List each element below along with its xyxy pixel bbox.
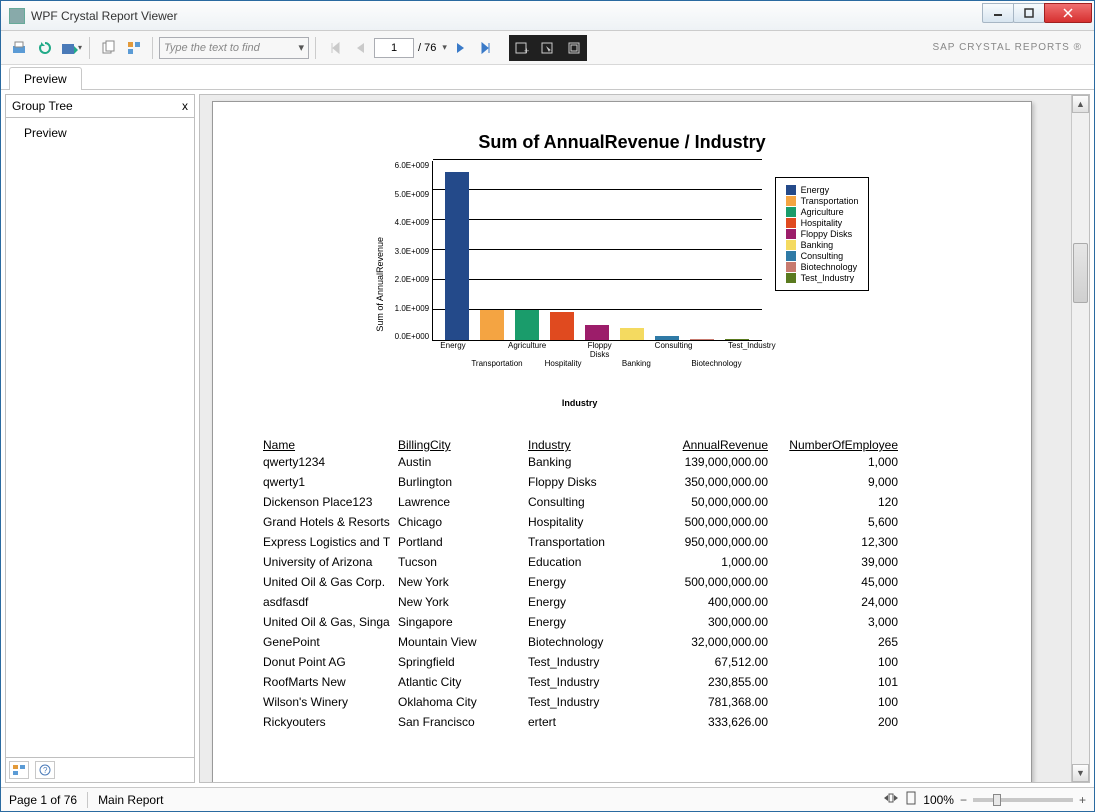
chart-bar — [620, 328, 644, 340]
params-icon[interactable]: ? — [35, 761, 55, 779]
table-row: Donut Point AGSpringfieldTest_Industry67… — [263, 652, 981, 672]
tree-mode-icon[interactable] — [9, 761, 29, 779]
col-revenue: AnnualRevenue — [658, 438, 768, 452]
search-placeholder: Type the text to find — [164, 42, 260, 54]
chart-ylabel: Sum of AnnualRevenue — [375, 237, 385, 332]
scroll-down-icon[interactable]: ▼ — [1072, 764, 1089, 782]
window-title: WPF Crystal Report Viewer — [31, 9, 983, 23]
tab-preview[interactable]: Preview — [9, 67, 82, 90]
fit-page-icon[interactable] — [905, 791, 917, 808]
chart-legend: EnergyTransportationAgricultureHospitali… — [775, 177, 870, 291]
chart-bar — [445, 172, 469, 340]
copy-icon[interactable] — [96, 36, 120, 60]
add-view-icon[interactable]: + — [509, 35, 535, 61]
fit-width-icon[interactable] — [883, 792, 899, 807]
status-bar: Page 1 of 76 Main Report 100% − + — [1, 787, 1094, 811]
zoom-in-icon[interactable]: + — [1079, 793, 1086, 807]
toolbar: ▾ Type the text to find ▾ / 76 ▾ + SAP CR… — [1, 31, 1094, 65]
table-row: GenePointMountain ViewBiotechnology32,00… — [263, 632, 981, 652]
refresh-icon[interactable] — [33, 36, 57, 60]
status-report: Main Report — [98, 793, 163, 807]
group-tree-panel: Group Tree x Preview ? — [5, 94, 195, 783]
group-tree-title: Group Tree — [12, 99, 73, 113]
chart-title: Sum of AnnualRevenue / Industry — [263, 132, 981, 153]
vertical-scrollbar[interactable]: ▲ ▼ — [1071, 95, 1089, 782]
search-input[interactable]: Type the text to find ▾ — [159, 37, 309, 59]
close-button[interactable] — [1044, 3, 1092, 23]
chevron-down-icon[interactable]: ▾ — [442, 42, 447, 53]
app-icon — [9, 8, 25, 24]
table-row: Dickenson Place123LawrenceConsulting50,0… — [263, 492, 981, 512]
chart-xlabel: Industry — [395, 398, 765, 408]
first-page-icon[interactable] — [322, 36, 346, 60]
tree-toggle-icon[interactable] — [122, 36, 146, 60]
chart-bar — [585, 325, 609, 340]
scroll-up-icon[interactable]: ▲ — [1072, 95, 1089, 113]
print-icon[interactable] — [7, 36, 31, 60]
col-employees: NumberOfEmployee — [768, 438, 898, 452]
chart-bar — [480, 310, 504, 340]
col-name: Name — [263, 438, 398, 452]
maximize-button[interactable] — [1013, 3, 1045, 23]
zoom-out-icon[interactable]: − — [960, 793, 967, 807]
close-panel-icon[interactable]: x — [182, 99, 188, 113]
col-city: BillingCity — [398, 438, 528, 452]
table-row: Wilson's WineryOklahoma CityTest_Industr… — [263, 692, 981, 712]
col-industry: Industry — [528, 438, 658, 452]
table-row: RickyoutersSan Franciscoertert333,626.00… — [263, 712, 981, 732]
table-row: Grand Hotels & ResortsChicagoHospitality… — [263, 512, 981, 532]
export-icon[interactable]: ▾ — [59, 36, 83, 60]
view-mode-strip: + — [509, 35, 587, 61]
table-row: United Oil & Gas Corp.New YorkEnergy500,… — [263, 572, 981, 592]
table-row: University of ArizonaTucsonEducation1,00… — [263, 552, 981, 572]
data-table: Name BillingCity Industry AnnualRevenue … — [263, 438, 981, 732]
chart-plot — [432, 161, 762, 341]
svg-text:?: ? — [43, 766, 48, 775]
scroll-thumb[interactable] — [1073, 243, 1088, 303]
tree-item-preview[interactable]: Preview — [24, 126, 176, 140]
chart-bar — [690, 339, 714, 341]
chart-bar — [550, 312, 574, 341]
svg-text:+: + — [524, 46, 529, 56]
chart-bar — [725, 339, 749, 340]
next-page-icon[interactable] — [449, 36, 473, 60]
status-page: Page 1 of 76 — [9, 793, 77, 807]
page-total: / 76 — [418, 42, 436, 54]
table-row: qwerty1BurlingtonFloppy Disks350,000,000… — [263, 472, 981, 492]
report-page: Sum of AnnualRevenue / Industry Sum of A… — [212, 101, 1032, 782]
chevron-down-icon[interactable]: ▾ — [298, 41, 304, 54]
minimize-button[interactable] — [982, 3, 1014, 23]
last-page-icon[interactable] — [475, 36, 499, 60]
chart-bar — [515, 310, 539, 340]
table-row: Express Logistics and TPortlandTransport… — [263, 532, 981, 552]
tab-row: Preview — [1, 65, 1094, 90]
zoom-slider[interactable] — [973, 798, 1073, 802]
pointer-view-icon[interactable] — [535, 35, 561, 61]
table-row: RoofMarts NewAtlantic CityTest_Industry2… — [263, 672, 981, 692]
table-row: United Oil & Gas, SingaSingaporeEnergy30… — [263, 612, 981, 632]
page-number-input[interactable] — [374, 38, 414, 58]
chart-bar — [655, 336, 679, 341]
titlebar: WPF Crystal Report Viewer — [1, 1, 1094, 31]
report-viewport: Sum of AnnualRevenue / Industry Sum of A… — [199, 94, 1090, 783]
prev-page-icon[interactable] — [348, 36, 372, 60]
zoom-value: 100% — [923, 793, 954, 807]
table-row: asdfasdfNew YorkEnergy400,000.0024,000 — [263, 592, 981, 612]
brand-label: SAP CRYSTAL REPORTS ® — [932, 42, 1088, 53]
box-view-icon[interactable] — [561, 35, 587, 61]
table-row: qwerty1234AustinBanking139,000,000.001,0… — [263, 452, 981, 472]
